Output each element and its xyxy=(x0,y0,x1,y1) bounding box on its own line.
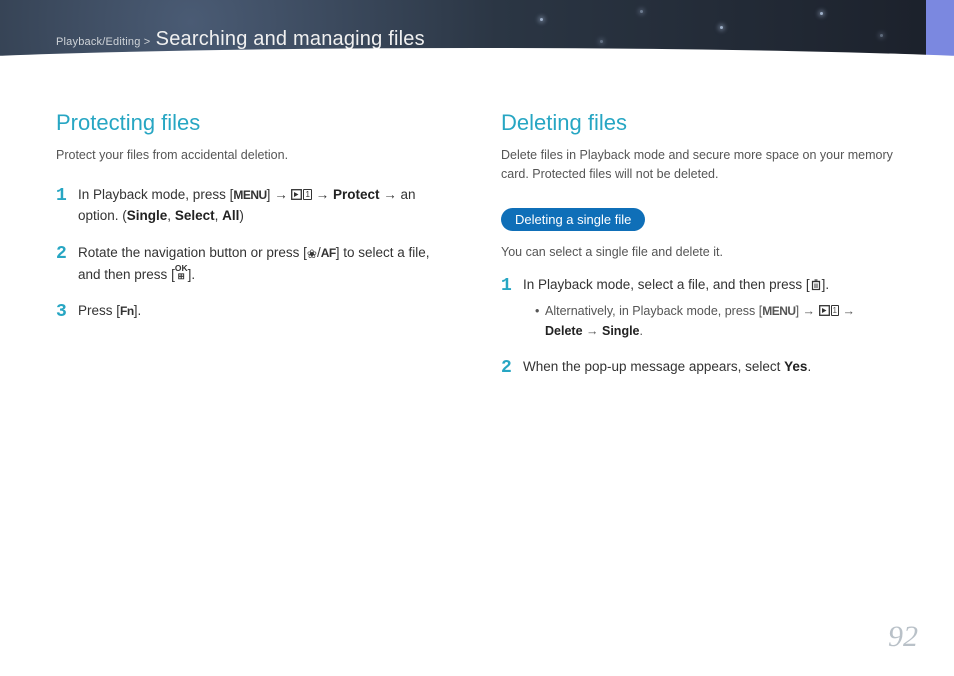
delete-sub: You can select a single file and delete … xyxy=(501,243,898,262)
text: When the pop-up message appears, select xyxy=(523,359,784,374)
option-all: All xyxy=(222,208,239,223)
side-tab xyxy=(926,0,954,74)
protect-step-1: 1 In Playback mode, press [MENU] → 1 → P… xyxy=(56,185,453,227)
page-number: 92 xyxy=(888,620,918,654)
option-select: Select xyxy=(175,208,215,223)
breadcrumb: Playback/Editing > Searching and managin… xyxy=(56,28,425,51)
single-label: Single xyxy=(602,324,640,338)
left-column: Protecting files Protect your files from… xyxy=(56,110,453,394)
ok-icon: OK⊞ xyxy=(175,264,188,280)
breadcrumb-prefix: Playback/Editing > xyxy=(56,36,150,48)
delete-lead: Delete files in Playback mode and secure… xyxy=(501,146,898,184)
text: In Playback mode, press [ xyxy=(78,187,233,202)
heading-protecting: Protecting files xyxy=(56,110,453,136)
arrow-icon: → xyxy=(803,304,816,318)
protect-lead: Protect your files from accidental delet… xyxy=(56,146,453,165)
macro-icon: ❀ xyxy=(307,247,317,261)
playback-icon: 1 xyxy=(291,189,311,200)
text: Rotate the navigation button or press [ xyxy=(78,245,307,260)
text: ]. xyxy=(188,267,196,282)
text: Press [ xyxy=(78,303,120,318)
protect-step-3: 3 Press [Fn]. xyxy=(56,301,453,322)
text: In Playback mode, select a file, and the… xyxy=(523,277,810,292)
arrow-icon: → xyxy=(383,187,397,202)
arrow-icon: → xyxy=(316,187,330,202)
text: . xyxy=(807,359,811,374)
delete-step-2: 2 When the pop-up message appears, selec… xyxy=(501,357,898,378)
arrow-icon: → xyxy=(586,324,599,338)
delete-alt-list: Alternatively, in Playback mode, press [… xyxy=(523,302,898,341)
playback-icon: 1 xyxy=(819,305,839,316)
trash-icon xyxy=(810,278,822,291)
menu-icon: MENU xyxy=(762,304,795,318)
delete-steps: 1 In Playback mode, select a file, and t… xyxy=(501,275,898,378)
header-ribbon: Playback/Editing > Searching and managin… xyxy=(0,0,954,74)
protect-step-2: 2 Rotate the navigation button or press … xyxy=(56,243,453,286)
delete-step-1: 1 In Playback mode, select a file, and t… xyxy=(501,275,898,341)
yes-label: Yes xyxy=(784,359,807,374)
option-single: Single xyxy=(127,208,168,223)
protect-steps: 1 In Playback mode, press [MENU] → 1 → P… xyxy=(56,185,453,323)
delete-label: Delete xyxy=(545,324,583,338)
right-column: Deleting files Delete files in Playback … xyxy=(501,110,898,394)
text: Alternatively, in Playback mode, press [ xyxy=(545,304,762,318)
fn-icon: Fn xyxy=(120,304,134,318)
delete-alt-item: Alternatively, in Playback mode, press [… xyxy=(535,302,898,341)
menu-icon: MENU xyxy=(233,188,266,202)
text: ]. xyxy=(822,277,830,292)
arrow-icon: → xyxy=(842,304,855,318)
af-icon: AF xyxy=(321,246,336,260)
subsection-pill: Deleting a single file xyxy=(501,208,645,231)
arrow-icon: → xyxy=(274,187,288,202)
text: ]. xyxy=(134,303,142,318)
page-title: Searching and managing files xyxy=(156,28,425,50)
heading-deleting: Deleting files xyxy=(501,110,898,136)
protect-label: Protect xyxy=(333,187,380,202)
